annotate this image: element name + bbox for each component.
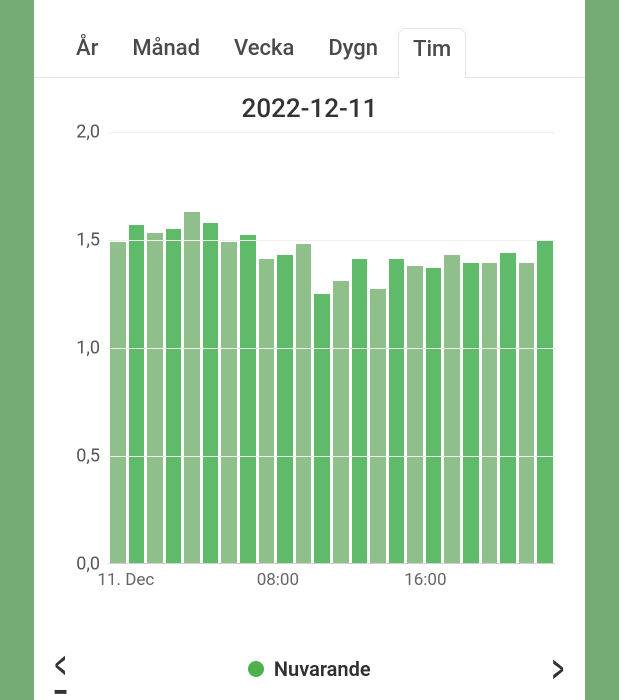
legend-label: Nuvarande [274,657,371,681]
bar [110,242,126,563]
x-tick: 11. Dec [97,570,154,590]
bar [537,240,553,563]
bar [166,229,182,563]
bar [184,212,200,563]
tab-month[interactable]: Månad [118,36,214,77]
bar [463,263,479,563]
bar [444,255,460,563]
legend-dot-icon [248,661,264,677]
y-tick: 1,0 [76,338,100,359]
plot-area [108,132,555,564]
tab-day[interactable]: Dygn [314,36,392,77]
navigation-row: < Nuvarande > [34,649,585,688]
grid-line [108,240,555,241]
y-tick: 1,5 [76,230,100,251]
x-tick: 08:00 [257,570,299,590]
next-button[interactable]: > [552,646,564,690]
app-card: ÅrMånadVeckaDygnTim 2022-12-11 0,0 0,5 1,0… [34,0,585,700]
bar [203,223,219,563]
tab-week[interactable]: Vecka [220,36,308,77]
bar [519,263,535,563]
x-axis: 11. Dec08:0016:00 [108,564,555,596]
bar [500,253,516,563]
bar [370,289,386,563]
chart-title: 2022-12-11 [34,94,585,124]
x-tick: 16:00 [404,570,446,590]
bar [240,235,256,563]
bar [129,225,145,563]
chart-area: 0,00,51,01,52,0 [34,132,585,564]
grid-line [108,132,555,133]
bar [352,259,368,563]
bar [277,255,293,563]
bar [389,259,405,563]
bar [333,281,349,563]
prev-button[interactable]: < [55,643,67,694]
bar [482,263,498,563]
time-range-tabs: ÅrMånadVeckaDygnTim [34,0,585,78]
y-tick: 0,0 [76,554,100,575]
bar [407,266,423,563]
y-axis: 0,00,51,01,52,0 [44,132,108,564]
y-tick: 0,5 [76,446,100,467]
bar [259,259,275,563]
bar [314,294,330,563]
prev-label: < [55,643,67,694]
y-tick: 2,0 [76,122,100,143]
legend: Nuvarande [248,657,371,681]
tab-year[interactable]: År [62,36,112,77]
grid-line [108,456,555,457]
tab-hour[interactable]: Tim [398,28,466,78]
bar [296,244,312,563]
bar [426,268,442,563]
grid-line [108,348,555,349]
bar [221,242,237,563]
bar [147,233,163,563]
